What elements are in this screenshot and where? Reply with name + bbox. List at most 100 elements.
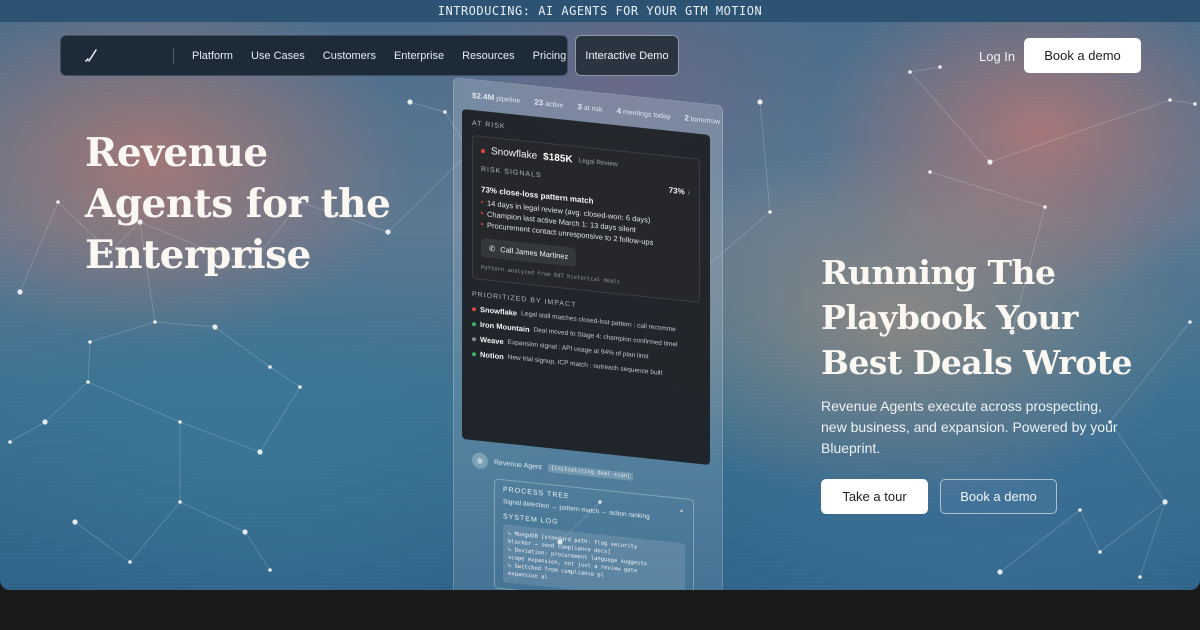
constellation-line [74,521,131,563]
nav-link-enterprise[interactable]: Enterprise [394,50,444,62]
list-item-company: Iron Mountain [480,319,530,335]
announcement-text: INTRODUCING: AI AGENTS FOR YOUR GTM MOTI… [437,4,763,18]
constellation-star [72,519,78,525]
brand-logo-icon[interactable] [71,36,111,76]
nav-links: Platform Use Cases Customers Enterprise … [192,50,566,62]
constellation-star [1138,575,1142,579]
constellation-line [269,366,301,388]
constellation-star [17,289,23,295]
constellation-line [1079,509,1101,553]
constellation-star [212,324,218,330]
constellation-star [938,65,942,69]
constellation-star [178,500,182,504]
constellation-star [1193,102,1197,106]
constellation-star [8,440,12,444]
interactive-demo-button[interactable]: Interactive Demo [575,35,679,76]
constellation-line [989,99,1171,163]
agent-panel: ✻ Revenue Agent [initializing deal scan]… [472,451,712,590]
constellation-star [1078,508,1082,512]
risk-signals-label: RISK SIGNALS [481,165,542,180]
nav-link-pricing[interactable]: Pricing [533,50,567,62]
constellation-star [128,560,132,564]
constellation-star [298,385,302,389]
hero-subtitle: Revenue Agents execute across prospectin… [821,398,1118,456]
hero-book-demo-button[interactable]: Book a demo [940,479,1057,514]
risk-score: 73% [668,185,685,197]
constellation-star [997,569,1003,575]
call-contact-button[interactable]: ✆ Call James Martinez [481,237,577,267]
constellation-star [1188,320,1192,324]
mockup-frame: $2.4M pipeline 23 active 3 at risk 4 mee… [453,77,723,590]
nav-divider [173,47,174,64]
stat-at-risk: 3 at risk [577,101,603,114]
constellation-line [259,386,301,453]
call-label: Call James Martinez [500,244,569,262]
constellation-star [56,200,60,204]
constellation-line [1099,501,1166,553]
constellation-star [407,99,413,105]
status-dot-icon [472,306,476,311]
hero-secondary-title: Running The Playbook Your Best Deals Wro… [821,253,1133,382]
constellation-line [87,381,181,423]
process-tree-box[interactable]: PROCESS TREE ⌄ Signal detection → patter… [494,478,694,590]
chevron-right-icon[interactable]: › [688,190,691,197]
constellation-star [1162,499,1168,505]
analyzed-note: Pattern analyzed from 847 historical dea… [481,264,621,286]
constellation-star [908,70,912,74]
constellation-line [129,501,181,563]
nav-link-use-cases[interactable]: Use Cases [251,50,305,62]
constellation-star [1043,205,1047,209]
risk-dot-icon [481,148,485,153]
nav-book-demo-button[interactable]: Book a demo [1024,38,1141,73]
constellation-star [768,210,772,214]
status-dot-icon [472,321,476,326]
agent-status-tag: [initializing deal scan] [547,463,634,481]
risk-company: Snowflake [491,145,538,162]
constellation-star [88,340,92,344]
stat-active: 23 active [534,97,564,110]
chevron-down-icon[interactable]: ⌄ [678,505,685,515]
constellation-line [154,321,216,328]
constellation-line [244,531,271,571]
phone-icon: ✆ [489,243,496,254]
constellation-line [999,509,1081,573]
constellation-line [909,66,941,73]
constellation-star [86,380,90,384]
constellation-star [242,529,248,535]
constellation-line [909,71,991,163]
nav-link-platform[interactable]: Platform [192,50,233,62]
constellation-line [44,381,89,423]
status-dot-icon [472,336,476,341]
at-risk-panel: AT RISK Snowflake $185K Legal Review RIS… [462,108,710,466]
risk-card[interactable]: Snowflake $185K Legal Review RISK SIGNAL… [472,134,700,303]
risk-stage: Legal Review [578,157,618,169]
login-link[interactable]: Log In [979,49,1015,64]
constellation-star [268,365,272,369]
hero-title: Revenue Agents for the Enterprise [85,130,391,278]
constellation-star [268,568,272,572]
constellation-line [409,101,446,113]
constellation-star [1168,98,1172,102]
stat-meetings: 4 meetings today [616,105,671,121]
list-item-company: Weave [480,334,504,347]
take-tour-button[interactable]: Take a tour [821,479,928,514]
announcement-bar[interactable]: INTRODUCING: AI AGENTS FOR YOUR GTM MOTI… [0,0,1200,22]
product-mockup: $2.4M pipeline 23 active 3 at risk 4 mee… [445,77,735,590]
constellation-line [1139,501,1166,578]
page-footer-strip [0,590,1200,630]
nav-link-resources[interactable]: Resources [462,50,515,62]
hero-section: Platform Use Cases Customers Enterprise … [0,22,1200,590]
constellation-line [929,171,1046,208]
nav-link-customers[interactable]: Customers [323,50,376,62]
list-item-company: Notion [480,349,504,362]
risk-amount: $185K [543,151,573,166]
constellation-line [9,421,46,443]
list-item-company: Snowflake [480,304,518,318]
constellation-line [179,421,261,453]
constellation-line [19,201,59,293]
constellation-star [1098,550,1102,554]
constellation-line [214,326,271,368]
constellation-line [1169,99,1196,105]
constellation-line [87,341,91,383]
main-nav: Platform Use Cases Customers Enterprise … [60,35,568,76]
